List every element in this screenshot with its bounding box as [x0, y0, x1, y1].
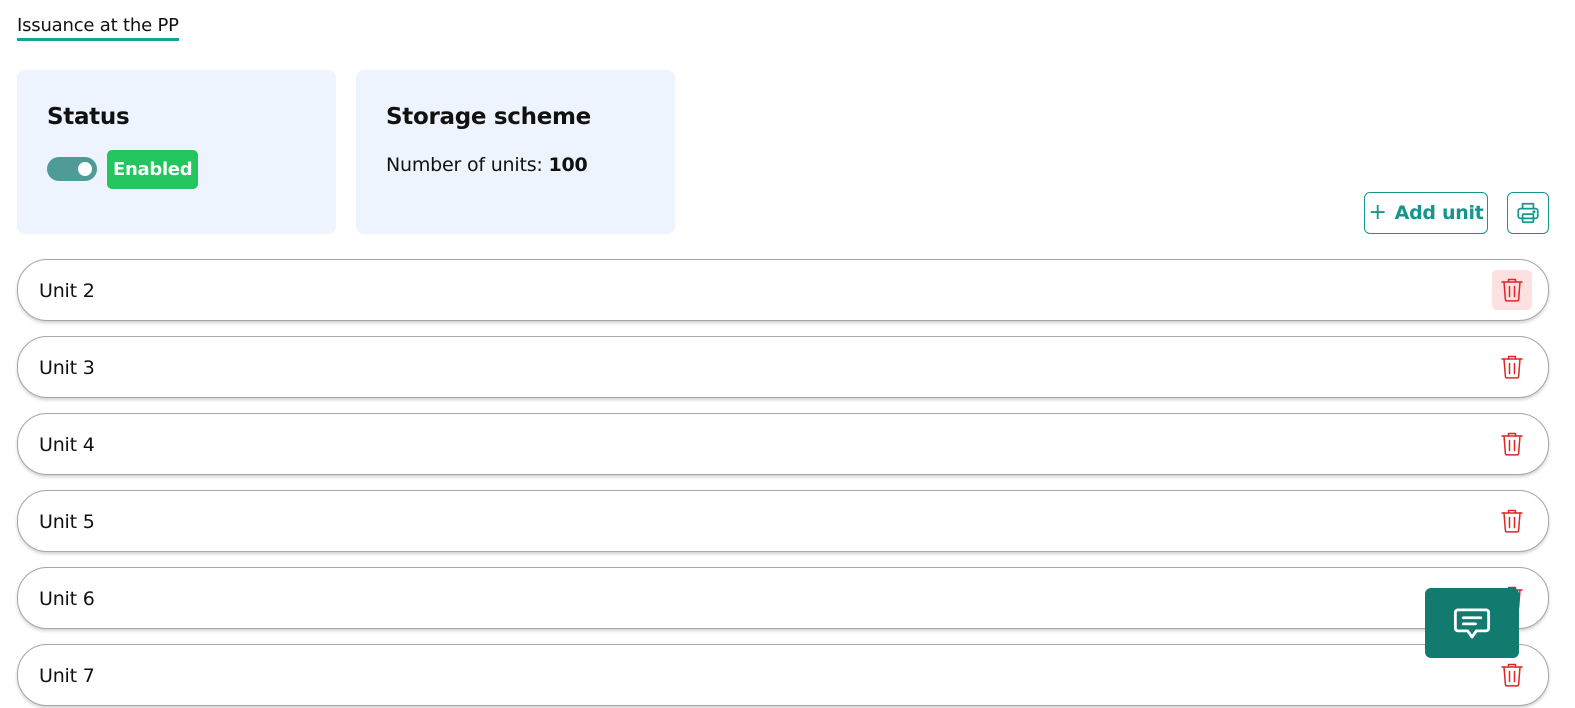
trash-icon: [1501, 663, 1523, 687]
delete-unit-button[interactable]: [1492, 424, 1532, 464]
unit-row[interactable]: Unit 4: [17, 413, 1549, 475]
unit-row[interactable]: Unit 6: [17, 567, 1549, 629]
print-button[interactable]: [1507, 192, 1549, 234]
status-card: Status Enabled: [17, 70, 336, 234]
chat-button[interactable]: [1425, 588, 1519, 658]
units-value: 100: [548, 154, 588, 176]
add-unit-label: Add unit: [1394, 202, 1484, 224]
unit-label: Unit 2: [39, 280, 95, 302]
delete-unit-button[interactable]: [1492, 655, 1532, 695]
unit-label: Unit 5: [39, 511, 95, 533]
trash-icon: [1501, 355, 1523, 379]
delete-unit-button[interactable]: [1492, 347, 1532, 387]
unit-row[interactable]: Unit 3: [17, 336, 1549, 398]
unit-row[interactable]: Unit 5: [17, 490, 1549, 552]
status-toggle[interactable]: [47, 157, 97, 181]
chat-bubble-icon: [1453, 608, 1491, 639]
trash-icon: [1501, 509, 1523, 533]
number-of-units: Number of units: 100: [386, 154, 588, 176]
toggle-knob: [78, 162, 92, 176]
unit-row[interactable]: Unit 2: [17, 259, 1549, 321]
storage-scheme-card: Storage scheme Number of units: 100: [356, 70, 675, 234]
unit-label: Unit 7: [39, 665, 95, 687]
add-unit-button[interactable]: + Add unit: [1364, 192, 1488, 234]
page: Issuance at the PP Status Enabled Storag…: [0, 0, 1575, 708]
unit-label: Unit 3: [39, 357, 95, 379]
status-badge: Enabled: [107, 150, 199, 189]
plus-icon: +: [1368, 200, 1387, 225]
unit-label: Unit 4: [39, 434, 95, 456]
status-card-title: Status: [47, 104, 130, 130]
unit-row[interactable]: Unit 7: [17, 644, 1549, 706]
units-label: Number of units:: [386, 154, 543, 176]
storage-card-title: Storage scheme: [386, 104, 591, 130]
tab-issuance-at-the-pp[interactable]: Issuance at the PP: [17, 15, 179, 41]
printer-icon: [1517, 202, 1539, 224]
unit-list: Unit 2 Unit 3 Unit 4 Unit 5 Unit 6 Unit 7: [17, 259, 1549, 708]
trash-icon: [1501, 278, 1523, 302]
delete-unit-button[interactable]: [1492, 270, 1532, 310]
trash-icon: [1501, 432, 1523, 456]
unit-label: Unit 6: [39, 588, 95, 610]
delete-unit-button[interactable]: [1492, 501, 1532, 541]
